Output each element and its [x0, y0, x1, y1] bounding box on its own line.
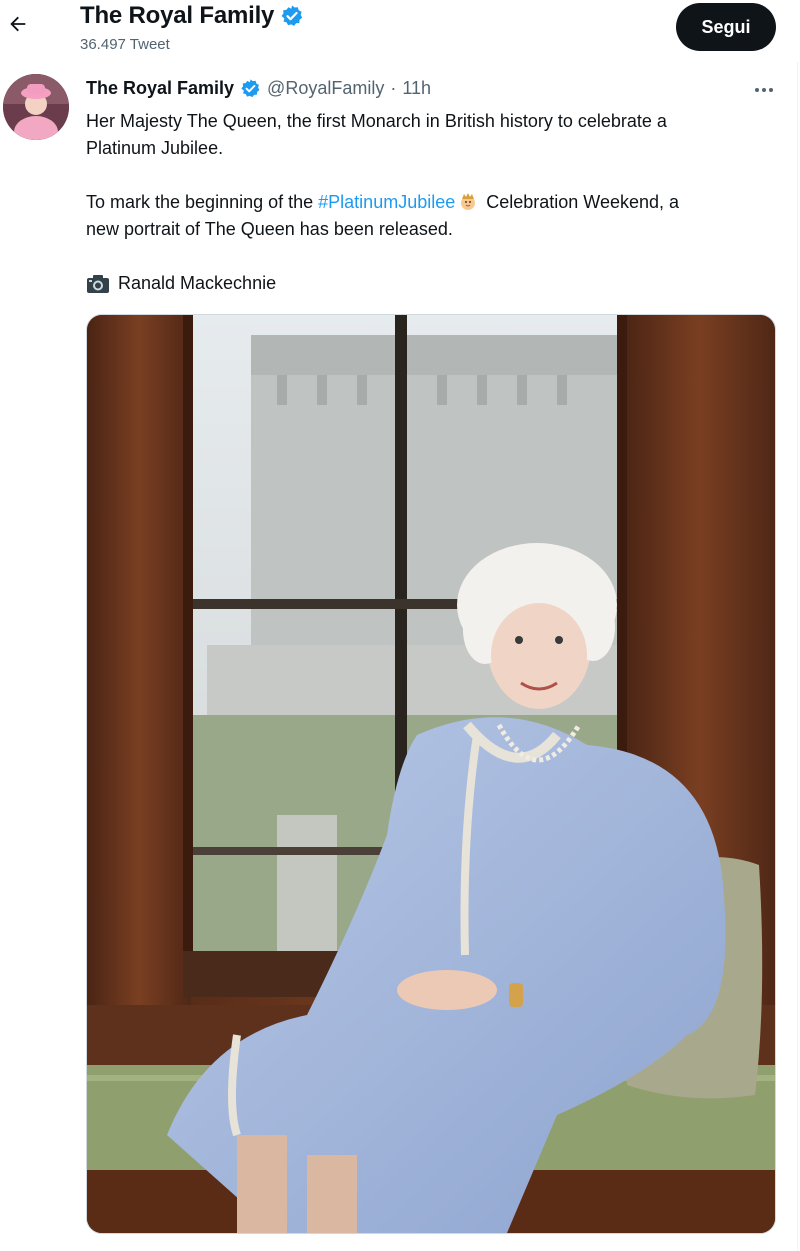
photo-credit: Ranald Mackechnie — [86, 270, 276, 297]
page-title-text: The Royal Family — [80, 2, 275, 29]
tweet-timestamp[interactable]: 11h — [402, 78, 431, 99]
tweet-text-line-4: new portrait of The Queen has been relea… — [86, 219, 453, 239]
page-title: The Royal Family — [80, 2, 304, 30]
tweet-text-line-1: Her Majesty The Queen, the first Monarch… — [86, 111, 667, 131]
tweet-photo[interactable] — [86, 314, 776, 1234]
profile-header: The Royal Family 36.497 Tweet Segui — [0, 0, 800, 62]
photo-credit-name: Ranald Mackechnie — [118, 273, 277, 293]
tweet-text-line-3: To mark the beginning of the #PlatinumJu… — [86, 189, 679, 216]
more-horizontal-icon — [755, 88, 759, 92]
column-divider — [797, 62, 798, 1251]
arrow-left-icon — [10, 16, 26, 32]
more-options-button[interactable] — [750, 80, 778, 100]
hashtag-link[interactable]: #PlatinumJubilee — [318, 192, 455, 212]
author-name[interactable]: The Royal Family — [86, 78, 234, 99]
tweet-text-segment: Celebration Weekend, a — [481, 192, 680, 212]
verified-badge-icon — [241, 79, 260, 98]
verified-badge-icon — [281, 5, 303, 26]
avatar[interactable] — [3, 74, 69, 140]
back-button[interactable] — [4, 10, 32, 38]
meta-separator: · — [390, 78, 397, 98]
tweet-count: 36.497 Tweet — [80, 36, 170, 53]
crown-emoji-icon — [461, 193, 476, 210]
tweet-text-segment: To mark the beginning of the — [86, 192, 319, 212]
tweet-header: The Royal Family @RoyalFamily · 11h — [86, 78, 431, 99]
follow-button[interactable]: Segui — [676, 3, 776, 51]
tweet-text-line-2: Platinum Jubilee. — [86, 138, 224, 158]
camera-icon — [87, 274, 109, 293]
author-handle[interactable]: @RoyalFamily — [267, 78, 384, 99]
